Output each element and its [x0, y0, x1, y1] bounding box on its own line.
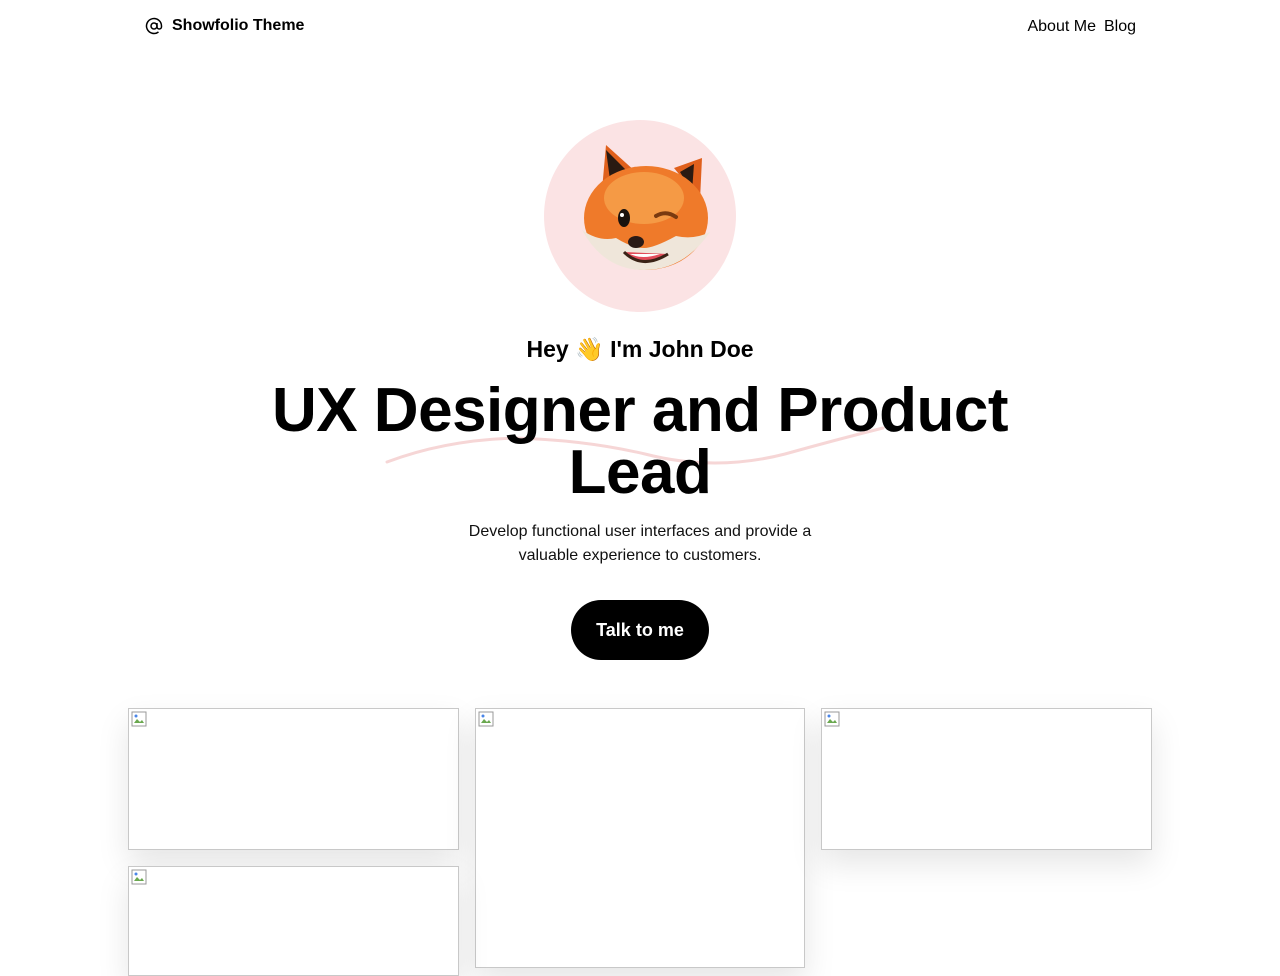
nav-link-about-me[interactable]: About Me — [1027, 18, 1095, 36]
broken-image-icon — [824, 711, 840, 727]
nav-link-blog[interactable]: Blog — [1104, 18, 1136, 36]
broken-image-icon — [478, 711, 494, 727]
greeting: Hey 👋 I'm John Doe — [526, 336, 754, 362]
gallery-card-3[interactable] — [821, 708, 1152, 850]
gallery-card-1[interactable] — [128, 708, 459, 850]
at-sign-icon — [144, 16, 164, 36]
page-title: UX Designer and Product Lead — [271, 376, 1009, 507]
brand-link[interactable]: Showfolio Theme — [144, 16, 304, 36]
avatar — [544, 120, 736, 312]
fox-avatar-icon — [582, 145, 710, 270]
brand-name: Showfolio Theme — [172, 17, 305, 34]
hero-subtitle: Develop functional user interfaces and p… — [468, 523, 812, 564]
broken-image-icon — [131, 711, 147, 727]
headline-block: UX Designer and Product Lead — [240, 380, 1040, 504]
main-nav: About Me Blog — [1027, 18, 1136, 36]
broken-image-icon — [131, 869, 147, 885]
talk-to-me-button[interactable]: Talk to me — [571, 600, 709, 660]
site-header: Showfolio Theme About Me Blog — [0, 0, 1280, 56]
gallery-card-2[interactable] — [475, 708, 805, 968]
